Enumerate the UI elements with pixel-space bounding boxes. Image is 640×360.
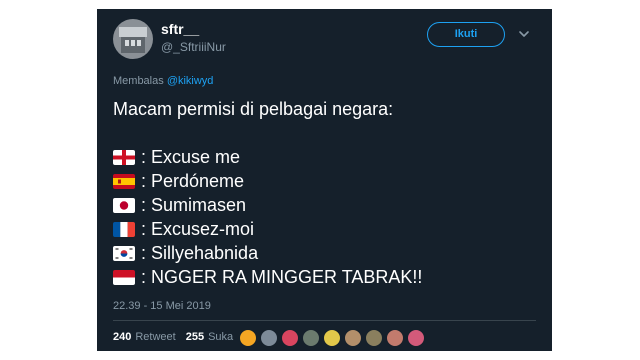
liker-avatar[interactable]: [302, 329, 320, 347]
tweet-item-spain: : Perdóneme: [113, 169, 244, 193]
user-handle[interactable]: @_SftriiiNur: [161, 40, 226, 54]
france-flag-icon: [113, 221, 135, 237]
chevron-down-icon[interactable]: [517, 27, 531, 41]
tweet-item-indonesia: : NGGER RA MINGGER TABRAK!!: [113, 265, 422, 289]
liker-avatar[interactable]: [407, 329, 425, 347]
tweet-item-text: : NGGER RA MINGGER TABRAK!!: [141, 266, 423, 287]
tweet-item-text: : Perdóneme: [141, 170, 245, 191]
divider: [113, 320, 536, 321]
liker-avatars: [239, 329, 428, 347]
tweet-item-japan: : Sumimasen: [113, 193, 246, 217]
tweet-item-text: : Sumimasen: [141, 194, 247, 215]
japan-flag-icon: [113, 197, 135, 213]
engagement-stats: 240 Retweet 255 Suka: [113, 331, 233, 343]
indonesia-flag-icon: [113, 269, 135, 285]
tweet-text: Macam permisi di pelbagai negara: : Excu…: [113, 97, 533, 287]
tweet-timestamp[interactable]: 22.39 - 15 Mei 2019: [113, 300, 211, 312]
follow-button[interactable]: Ikuti: [427, 22, 505, 47]
like-label[interactable]: Suka: [208, 331, 233, 343]
korea-flag-icon: [113, 245, 135, 261]
tweet-item-france: : Excusez-moi: [113, 217, 254, 241]
tweet-item-text: : Excuse me: [141, 146, 241, 167]
reply-prefix: Membalas: [113, 75, 164, 87]
tweet-item-korea: : Sillyehabnida: [113, 241, 258, 265]
reply-to: Membalas @kikiwyd: [113, 75, 213, 87]
liker-avatar[interactable]: [281, 329, 299, 347]
tweet-item-england: : Excuse me: [113, 145, 240, 169]
liker-avatar[interactable]: [344, 329, 362, 347]
retweet-count[interactable]: 240: [113, 331, 131, 343]
tweet-card: sftr__ @_SftriiiNur Ikuti Membalas @kiki…: [97, 9, 552, 351]
tweet-item-text: : Excusez-moi: [141, 218, 255, 239]
retweet-label[interactable]: Retweet: [135, 331, 175, 343]
avatar[interactable]: [113, 19, 153, 59]
tweet-intro: Macam permisi di pelbagai negara:: [113, 99, 394, 119]
england-flag-icon: [113, 149, 135, 165]
liker-avatar[interactable]: [260, 329, 278, 347]
display-name[interactable]: sftr__: [161, 21, 199, 37]
tweet-item-text: : Sillyehabnida: [141, 242, 259, 263]
liker-avatar[interactable]: [239, 329, 257, 347]
liker-avatar[interactable]: [323, 329, 341, 347]
liker-avatar[interactable]: [386, 329, 404, 347]
reply-mention-link[interactable]: @kikiwyd: [167, 75, 214, 87]
spain-flag-icon: [113, 173, 135, 189]
like-count[interactable]: 255: [186, 331, 204, 343]
liker-avatar[interactable]: [365, 329, 383, 347]
